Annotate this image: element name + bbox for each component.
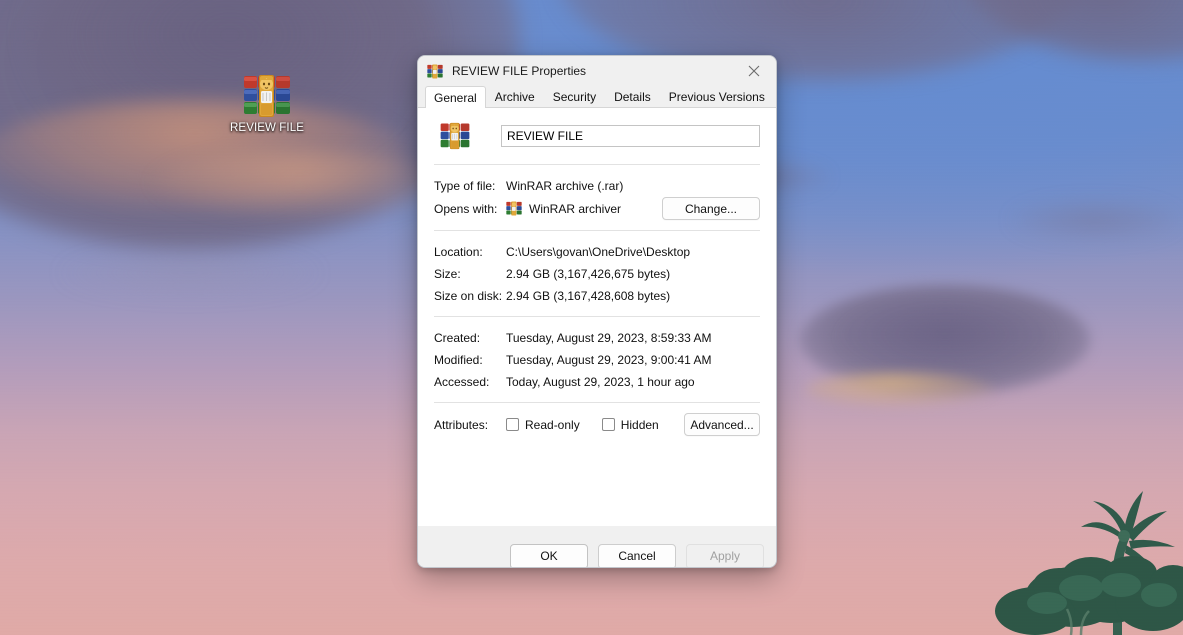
checkbox-icon [506, 418, 519, 431]
type-of-file-row: Type of file: WinRAR archive (.rar) [434, 175, 760, 196]
opens-with-app-name: WinRAR archiver [529, 201, 622, 216]
accessed-row: Accessed: Today, August 29, 2023, 1 hour… [434, 371, 760, 392]
tab-general[interactable]: General [425, 86, 486, 108]
desktop[interactable]: REVIEW FILE REVIEW FILE Properties Gener… [0, 0, 1183, 635]
tab-archive[interactable]: Archive [485, 86, 544, 107]
filename-input[interactable] [501, 125, 760, 147]
dialog-title: REVIEW FILE Properties [452, 64, 587, 78]
location-size-group: Location: C:\Users\govan\OneDrive\Deskto… [434, 231, 760, 316]
apply-button: Apply [686, 543, 764, 567]
tab-security[interactable]: Security [543, 86, 606, 107]
modified-row: Modified: Tuesday, August 29, 2023, 9:00… [434, 349, 760, 370]
change-button[interactable]: Change... [662, 197, 760, 220]
created-value: Tuesday, August 29, 2023, 8:59:33 AM [506, 330, 712, 345]
filename-row [434, 122, 760, 150]
accessed-value: Today, August 29, 2023, 1 hour ago [506, 374, 695, 389]
modified-value: Tuesday, August 29, 2023, 9:00:41 AM [506, 352, 712, 367]
created-label: Created: [434, 330, 481, 345]
desktop-icon-review-file[interactable]: REVIEW FILE [228, 74, 306, 135]
timestamps-group: Created: Tuesday, August 29, 2023, 8:59:… [434, 317, 760, 402]
opens-with-value-wrap: WinRAR archiver [506, 201, 621, 216]
hidden-label: Hidden [620, 417, 659, 432]
tab-strip[interactable]: General Archive Security Details Previou… [418, 86, 776, 108]
modified-label: Modified: [434, 352, 483, 367]
type-of-file-value: WinRAR archive (.rar) [506, 178, 624, 193]
file-type-group: Type of file: WinRAR archive (.rar) Open… [434, 165, 760, 230]
dialog-footer: OK Cancel Apply [418, 526, 776, 567]
tab-previous-versions[interactable]: Previous Versions [659, 86, 774, 107]
location-value: C:\Users\govan\OneDrive\Desktop [506, 244, 691, 259]
hidden-checkbox[interactable]: Hidden [601, 417, 659, 432]
winrar-archive-icon [244, 75, 290, 117]
close-x-glyph [748, 65, 760, 77]
accessed-label: Accessed: [434, 374, 490, 389]
palm-tree-foliage [995, 491, 1183, 635]
close-icon[interactable] [732, 56, 776, 86]
properties-dialog[interactable]: REVIEW FILE Properties General Archive S… [417, 55, 777, 568]
winrar-archive-icon [440, 122, 470, 150]
attributes-label: Attributes: [434, 417, 489, 432]
cloud-mid-right-rim [805, 373, 995, 407]
checkbox-icon [601, 418, 615, 431]
tab-page-general: Type of file: WinRAR archive (.rar) Open… [418, 108, 776, 526]
created-row: Created: Tuesday, August 29, 2023, 8:59:… [434, 327, 760, 348]
winrar-archive-icon [427, 64, 443, 78]
cancel-button[interactable]: Cancel [598, 543, 676, 567]
desktop-icon-label: REVIEW FILE [230, 122, 304, 134]
attributes-row: Attributes: Read-only Hidden Advanced... [434, 413, 760, 436]
size-value: 2.94 GB (3,167,426,675 bytes) [506, 266, 671, 281]
opens-with-row: Opens with: WinRAR archiver Change... [434, 197, 760, 220]
dialog-titlebar[interactable]: REVIEW FILE Properties [418, 56, 776, 86]
size-row: Size: 2.94 GB (3,167,426,675 bytes) [434, 263, 760, 284]
location-row: Location: C:\Users\govan\OneDrive\Deskto… [434, 241, 760, 262]
size-on-disk-row: Size on disk: 2.94 GB (3,167,428,608 byt… [434, 285, 760, 306]
attributes-group: Attributes: Read-only Hidden Advanced... [434, 403, 760, 446]
size-label: Size: [434, 266, 461, 281]
tab-details[interactable]: Details [605, 86, 660, 107]
winrar-archive-icon [506, 201, 522, 216]
type-of-file-label: Type of file: [434, 178, 496, 193]
advanced-button[interactable]: Advanced... [684, 413, 760, 436]
ok-button[interactable]: OK [510, 543, 588, 567]
readonly-checkbox[interactable]: Read-only [506, 418, 580, 432]
size-on-disk-value: 2.94 GB (3,167,428,608 bytes) [506, 288, 671, 303]
readonly-label: Read-only [525, 417, 580, 432]
opens-with-label: Opens with: [434, 201, 498, 216]
size-on-disk-label: Size on disk: [434, 288, 503, 303]
location-label: Location: [434, 244, 483, 259]
